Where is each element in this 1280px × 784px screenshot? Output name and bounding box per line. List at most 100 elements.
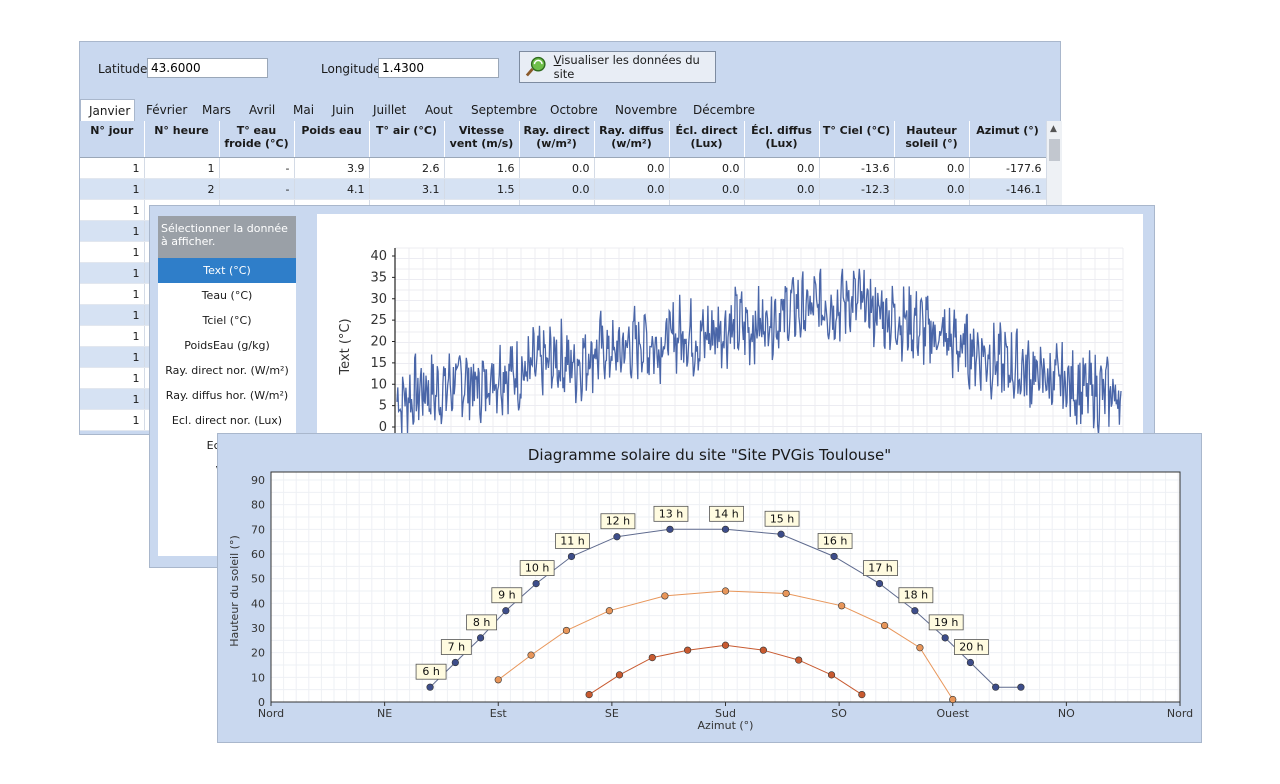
y-tick-label: 10 [251,671,265,684]
table-cell[interactable]: 0.0 [744,178,820,200]
tab-avril[interactable]: Avril [249,99,275,121]
tab-fevrier[interactable]: Février [146,99,187,121]
col-header[interactable]: Écl. diffus (Lux) [744,121,820,158]
data-selector-item[interactable]: Teau (°C) [158,283,296,308]
tab-octobre[interactable]: Octobre [550,99,598,121]
tab-septembre[interactable]: Septembre [471,99,537,121]
latitude-label: Latitude [98,62,148,76]
tab-janvier[interactable]: Janvier [80,99,135,121]
table-cell[interactable]: 0.0 [519,178,595,200]
x-tick-label: SO [831,707,847,720]
tab-decembre[interactable]: Décembre [693,99,755,121]
table-cell[interactable]: 0.0 [594,178,670,200]
col-header[interactable]: N° jour [80,121,145,158]
table-cell[interactable]: 3.9 [294,157,370,179]
tab-juin[interactable]: Juin [332,99,354,121]
table-cell[interactable]: 1 [80,262,145,284]
table-cell[interactable]: 3.1 [369,178,445,200]
sun-path-point [941,634,949,642]
table-cell[interactable]: -177.6 [969,157,1047,179]
data-selector-item[interactable]: Tciel (°C) [158,308,296,333]
data-selector-item[interactable]: Ecl. direct nor. (Lux) [158,408,296,433]
sun-path-point [721,525,730,533]
table-cell[interactable]: 2.6 [369,157,445,179]
scroll-thumb[interactable] [1049,139,1060,161]
col-header[interactable]: T° eau froide (°C) [219,121,295,158]
col-header[interactable]: N° heure [144,121,220,158]
y-tick-label: 70 [251,523,265,536]
data-selector-item[interactable]: Text (°C) [158,258,296,283]
table-row[interactable]: 1 1-3.9 2.6 1.6 0.0 0.0 0.0 0.0 -13.6 0.0 -177.6 [80,157,1047,179]
col-header[interactable]: Ray. direct (w/m²) [519,121,595,158]
hour-label-text: 9 h [498,589,515,602]
table-row[interactable]: 1 2-4.1 3.1 1.5 0.0 0.0 0.0 0.0 -12.3 0.0 -146.1 [80,178,1047,200]
table-cell[interactable]: -12.3 [819,178,895,200]
data-selector-item[interactable]: Ray. direct nor. (W/m²) [158,358,296,383]
table-cell[interactable]: 0.0 [744,157,820,179]
x-axis-label: Azimut (°) [698,719,754,732]
col-header[interactable]: Azimut (°) [969,121,1047,158]
table-cell[interactable]: 1 [80,283,145,305]
table-cell[interactable]: 1 [80,199,145,221]
sun-path-point [476,634,485,642]
y-tick-label: 60 [251,548,265,561]
table-cell[interactable]: 2 [144,178,220,200]
table-cell[interactable]: 0.0 [669,157,745,179]
table-cell[interactable]: 0.0 [894,157,970,179]
table-cell[interactable]: - [219,178,295,200]
tab-mars[interactable]: Mars [202,99,231,121]
tab-mai[interactable]: Mai [293,99,314,121]
sun-path-point [527,651,535,659]
tab-aout[interactable]: Aout [425,99,453,121]
col-header[interactable]: Écl. direct (Lux) [669,121,745,158]
table-cell[interactable]: -146.1 [969,178,1047,200]
hour-label: 9 h [491,587,523,604]
sun-path-point [782,589,790,598]
data-selector-item[interactable]: PoidsEau (g/kg) [158,333,296,358]
table-cell[interactable]: 1 [80,388,145,410]
col-header[interactable]: Vitesse vent (m/s) [444,121,520,158]
table-cell[interactable]: - [219,157,295,179]
table-cell[interactable]: 1.5 [444,178,520,200]
latitude-input[interactable] [147,58,268,78]
table-cell[interactable]: 1 [80,220,145,242]
col-header[interactable]: Poids eau [294,121,370,158]
hour-label: 20 h [954,639,989,655]
sun-path-point [567,552,576,561]
sun-path-point [426,683,434,691]
col-header[interactable]: Hauteur soleil (°) [894,121,970,158]
table-cell[interactable]: 1 [80,304,145,326]
sun-path-point [777,530,785,538]
scroll-up-icon[interactable]: ▲ [1050,124,1057,134]
sun-path-point [684,646,692,654]
table-cell[interactable]: 1 [80,241,145,263]
table-cell[interactable]: 1 [80,346,145,368]
table-cell[interactable]: 0.0 [519,157,595,179]
data-selector-item[interactable]: Ray. diffus hor. (W/m²) [158,383,296,408]
table-cell[interactable]: 0.0 [594,157,670,179]
table-cell[interactable]: 0.0 [894,178,970,200]
y-tick-label: 40 [251,597,265,610]
sun-path-point [966,658,975,667]
tab-novembre[interactable]: Novembre [615,99,677,121]
table-cell[interactable]: 1 [144,157,220,179]
table-cell[interactable]: 1 [80,178,145,200]
table-cell[interactable]: -13.6 [819,157,895,179]
table-cell[interactable]: 1 [80,409,145,431]
table-cell[interactable]: 0.0 [669,178,745,200]
tab-juillet[interactable]: Juillet [373,99,406,121]
table-cell[interactable]: 1 [80,325,145,347]
visualize-site-data-button[interactable]: Visualiser les données du site [519,51,716,83]
y-tick-label: 25 [370,313,387,328]
table-cell[interactable]: 1 [80,367,145,389]
sun-path-point [494,676,502,684]
col-header[interactable]: T° Ciel (°C) [819,121,895,158]
table-cell[interactable]: 4.1 [294,178,370,200]
table-cell[interactable]: 1.6 [444,157,520,179]
solar-diagram-title: Diagramme solaire du site "Site PVGis To… [527,446,892,464]
col-header[interactable]: T° air (°C) [369,121,445,158]
x-tick-label: SE [605,707,619,720]
col-header[interactable]: Ray. diffus (w/m²) [594,121,670,158]
table-cell[interactable]: 1 [80,157,145,179]
longitude-input[interactable] [378,58,499,78]
